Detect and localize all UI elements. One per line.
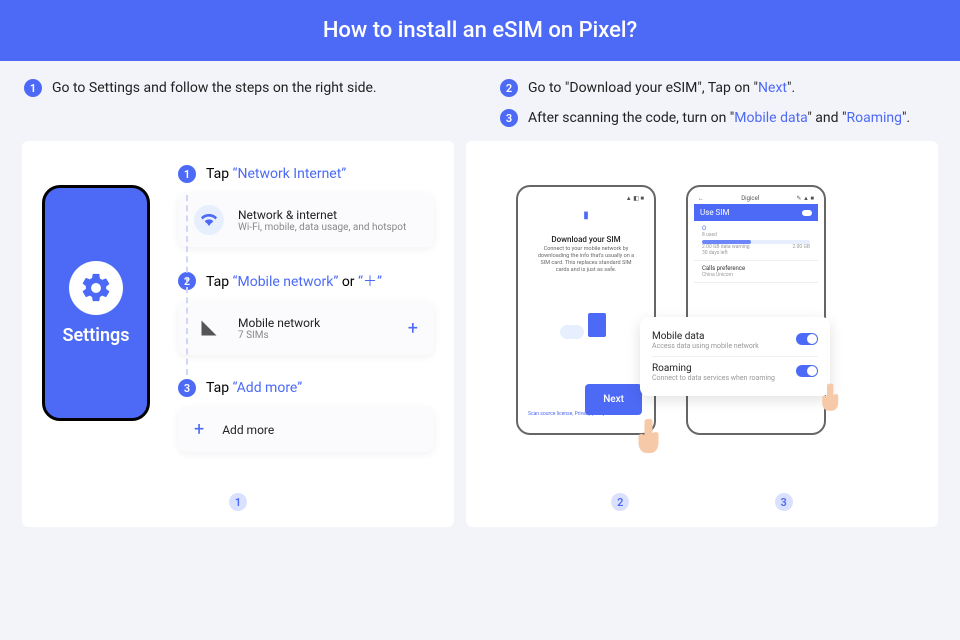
- instruction-3: 3 After scanning the code, turn on "Mobi…: [500, 109, 936, 127]
- settings-label: Settings: [63, 325, 130, 346]
- hand-pointer-icon: [820, 382, 846, 414]
- calls-pref-row[interactable]: Calls preference China Unicom: [694, 261, 818, 283]
- download-illustration: [524, 301, 648, 361]
- step-2-head: 2 Tap “Mobile network” or “＋”: [178, 271, 434, 291]
- step-badge-2: 2: [500, 79, 518, 97]
- mobile-data-sub: Access data using mobile network: [652, 342, 759, 350]
- roaming-title: Roaming: [652, 363, 775, 374]
- panel-right-footer: 2 3: [466, 493, 938, 511]
- card-sub: 7 SIMs: [238, 330, 320, 341]
- mobile-data-title: Mobile data: [652, 331, 759, 342]
- next-button[interactable]: Next: [585, 384, 642, 415]
- footer-badge-1: 1: [229, 493, 247, 511]
- step-1-head: 1 Tap “Network Internet”: [178, 165, 434, 183]
- cloud-icon: [560, 325, 584, 339]
- top-instructions: 1 Go to Settings and follow the steps on…: [0, 61, 960, 141]
- step-3-badge: 3: [178, 379, 196, 397]
- footer-badge-3: 3: [775, 493, 793, 511]
- hand-pointer-icon: [636, 417, 668, 457]
- use-sim-row[interactable]: Use SIM: [694, 204, 818, 221]
- panels-row: Settings 1 Tap “Network Internet” Networ…: [0, 141, 960, 527]
- instruction-2: 2 Go to "Download your eSIM", Tap on "Ne…: [500, 79, 936, 97]
- instruction-2-text: Go to "Download your eSIM", Tap on "Next…: [528, 80, 795, 96]
- instruction-1-text: Go to Settings and follow the steps on t…: [52, 80, 377, 96]
- mobile-data-row[interactable]: Mobile data Access data using mobile net…: [652, 325, 818, 356]
- panel-left: Settings 1 Tap “Network Internet” Networ…: [22, 141, 454, 527]
- gear-icon: [79, 271, 113, 305]
- dashed-connector: [186, 195, 188, 375]
- instruction-3-text: After scanning the code, turn on "Mobile…: [528, 110, 910, 126]
- highlight-mobile-data: Mobile data: [734, 110, 807, 126]
- statusbar: ←Digicel✎ ▲ ■: [694, 193, 818, 204]
- step-3-head: 3 Tap “Add more”: [178, 379, 434, 397]
- card-title: Mobile network: [238, 316, 320, 330]
- highlight-roaming: Roaming: [846, 110, 902, 126]
- panel-left-footer: 1: [22, 493, 454, 511]
- page-header: How to install an eSIM on Pixel?: [0, 0, 960, 61]
- highlight-next: Next: [758, 80, 787, 96]
- step-2-highlight-b: “＋”: [358, 274, 382, 290]
- instruction-1: 1 Go to Settings and follow the steps on…: [24, 79, 460, 97]
- mobile-data-toggle[interactable]: [796, 333, 818, 345]
- step-badge-1: 1: [24, 79, 42, 97]
- add-more-card[interactable]: + Add more: [178, 407, 434, 452]
- sim-small-icon: ▮: [524, 210, 648, 221]
- card-title: Network & internet: [238, 208, 406, 222]
- step-badge-3: 3: [500, 109, 518, 127]
- step-3: 3 Tap “Add more” + Add more: [178, 379, 434, 452]
- toggle-on-icon: [802, 210, 812, 216]
- network-internet-card[interactable]: Network & internet Wi-Fi, mobile, data u…: [178, 193, 434, 247]
- download-sim-phone: ▲ ◧ ■ ▮ Download your SIM Connect to you…: [516, 185, 656, 435]
- instruction-1-wrap: 1 Go to Settings and follow the steps on…: [24, 79, 460, 127]
- settings-phone-mock: Settings: [42, 185, 150, 421]
- plus-icon: +: [194, 419, 204, 440]
- mobile-network-card[interactable]: Mobile network 7 SIMs +: [178, 301, 434, 355]
- sim-card-icon: [588, 313, 606, 337]
- download-subtitle: Connect to your mobile network by downlo…: [524, 244, 648, 277]
- step-1: 1 Tap “Network Internet” Network & inter…: [178, 165, 434, 247]
- step-2-highlight-a: “Mobile network”: [233, 274, 339, 290]
- roaming-toggle[interactable]: [796, 365, 818, 377]
- plus-icon[interactable]: +: [408, 318, 418, 339]
- header-title: How to install an eSIM on Pixel?: [323, 18, 637, 43]
- gear-icon-wrap: [69, 261, 123, 315]
- step-2: 2 Tap “Mobile network” or “＋” Mobile net…: [178, 271, 434, 355]
- roaming-sub: Connect to data services when roaming: [652, 374, 775, 382]
- data-usage-section: O 8 used 2.00 GB data warning 2.00 GB 30…: [694, 221, 818, 261]
- step-3-highlight: “Add more”: [233, 380, 303, 396]
- footer-badge-2: 2: [611, 493, 629, 511]
- toggles-overlay: Mobile data Access data using mobile net…: [640, 317, 830, 396]
- signal-icon: [194, 313, 224, 343]
- card-title: Add more: [222, 423, 274, 437]
- wifi-icon: [194, 205, 224, 235]
- roaming-row[interactable]: Roaming Connect to data services when ro…: [652, 356, 818, 388]
- panel-right: ▲ ◧ ■ ▮ Download your SIM Connect to you…: [466, 141, 938, 527]
- card-sub: Wi-Fi, mobile, data usage, and hotspot: [238, 222, 406, 233]
- steps-column: 1 Tap “Network Internet” Network & inter…: [178, 165, 434, 509]
- download-title: Download your SIM: [524, 235, 648, 244]
- step-1-highlight: “Network Internet”: [233, 166, 347, 182]
- usage-bar: [702, 240, 810, 244]
- sim-settings-phone: ←Digicel✎ ▲ ■ Use SIM O 8 used 2.00 GB d…: [686, 185, 826, 435]
- statusbar: ▲ ◧ ■: [524, 193, 648, 204]
- instruction-right-col: 2 Go to "Download your eSIM", Tap on "Ne…: [500, 79, 936, 127]
- step-1-badge: 1: [178, 165, 196, 183]
